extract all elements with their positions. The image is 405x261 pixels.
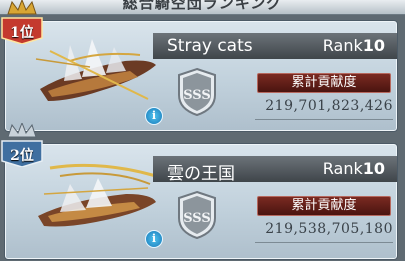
- grade-text: SSS: [183, 88, 211, 103]
- ranking-card-1[interactable]: Stray cats Rank10 SSS i 累計貢献度 219,701,82…: [4, 20, 398, 132]
- crew-rank: Rank10: [322, 36, 385, 55]
- crew-name-bar: 雲の王国 Rank10: [153, 156, 397, 184]
- rank-position: 2位: [10, 148, 34, 164]
- crown-icon: [7, 123, 37, 138]
- info-icon[interactable]: i: [145, 230, 163, 248]
- grade-emblem: SSS: [178, 190, 216, 240]
- crew-name-bar: Stray cats Rank10: [153, 33, 397, 59]
- crown-icon: [7, 0, 37, 15]
- page-title: 総合騎空団ランキング: [122, 0, 283, 12]
- crew-name: Stray cats: [167, 36, 253, 56]
- contribution-label: 累計貢献度: [257, 196, 391, 216]
- info-icon[interactable]: i: [145, 107, 163, 125]
- rank-position: 1位: [10, 25, 34, 41]
- divider: [255, 242, 393, 243]
- contribution-value: 219,538,705,180: [265, 221, 393, 237]
- grade-text: SSS: [183, 211, 211, 226]
- contribution-label: 累計貢献度: [257, 73, 391, 93]
- airship-image: [38, 163, 157, 227]
- divider: [255, 119, 393, 120]
- header-bar: 総合騎空団ランキング: [0, 0, 405, 15]
- crew-name: 雲の王国: [167, 164, 235, 184]
- airship-image: [35, 39, 156, 101]
- ranking-card-2[interactable]: 雲の王国 Rank10 SSS i 累計貢献度 219,538,705,180: [4, 143, 398, 260]
- contribution-value: 219,701,823,426: [265, 98, 393, 114]
- grade-emblem: SSS: [178, 67, 216, 117]
- crew-rank: Rank10: [322, 159, 385, 178]
